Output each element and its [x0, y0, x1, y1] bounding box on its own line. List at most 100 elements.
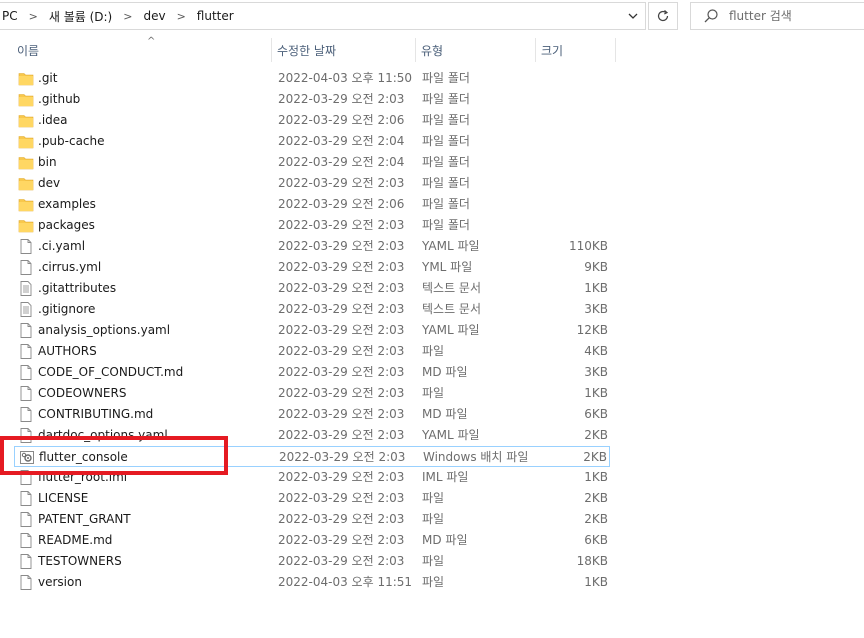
file-date: 2022-03-29 오전 2:03 [278, 533, 405, 547]
file-row[interactable]: bin 2022-03-29 오전 2:04 파일 폴더 [14, 152, 610, 173]
folder-icon [18, 91, 34, 108]
navigation-bar: PC > 새 볼륨 (D:) > dev > flutter [0, 0, 864, 32]
file-size: 110KB [568, 239, 608, 253]
file-type: 파일 [422, 386, 445, 400]
file-row[interactable]: .idea 2022-03-29 오전 2:06 파일 폴더 [14, 110, 610, 131]
file-row[interactable]: .github 2022-03-29 오전 2:03 파일 폴더 [14, 89, 610, 110]
file-row[interactable]: .pub-cache 2022-03-29 오전 2:04 파일 폴더 [14, 131, 610, 152]
breadcrumb-pc[interactable]: PC [2, 9, 18, 23]
file-name: examples [38, 197, 96, 211]
file-row[interactable]: .gitattributes 2022-03-29 오전 2:03 텍스트 문서 1K… [14, 278, 610, 299]
file-row[interactable]: PATENT_GRANT 2022-03-29 오전 2:03 파일 2KB [14, 509, 610, 530]
file-date: 2022-03-29 오전 2:03 [278, 470, 405, 484]
file-date: 2022-03-29 오전 2:03 [279, 450, 406, 464]
file-type: 텍스트 문서 [422, 302, 482, 316]
file-type: 파일 폴더 [422, 197, 470, 211]
breadcrumb-dev[interactable]: dev [143, 9, 165, 23]
file-type: 파일 폴더 [422, 176, 470, 190]
file-size: 2KB [584, 428, 608, 442]
file-size: 1KB [584, 281, 608, 295]
file-date: 2022-03-29 오전 2:04 [278, 134, 405, 148]
file-row[interactable]: analysis_options.yaml 2022-03-29 오전 2:03 Y… [14, 320, 610, 341]
address-bar[interactable]: PC > 새 볼륨 (D:) > dev > flutter [0, 2, 646, 30]
refresh-button[interactable] [648, 2, 678, 30]
file-row[interactable]: CODE_OF_CONDUCT.md 2022-03-29 오전 2:03 MD 파… [14, 362, 610, 383]
file-type: 파일 [422, 554, 445, 568]
file-date: 2022-03-29 오전 2:03 [278, 302, 405, 316]
column-header-date[interactable]: 수정한 날짜 [272, 36, 416, 64]
file-type: YAML 파일 [422, 323, 480, 337]
file-row[interactable]: version 2022-04-03 오후 11:51 파일 1KB [14, 572, 610, 593]
file-type: YAML 파일 [422, 239, 480, 253]
file-date: 2022-03-29 오전 2:04 [278, 155, 405, 169]
search-box[interactable] [690, 2, 864, 30]
column-label-name: 이름 [17, 43, 40, 58]
breadcrumb-separator-icon[interactable]: > [29, 10, 38, 23]
file-type: 파일 [422, 491, 445, 505]
file-row[interactable]: examples 2022-03-29 오전 2:06 파일 폴더 [14, 194, 610, 215]
file-row[interactable]: TESTOWNERS 2022-03-29 오전 2:03 파일 18KB [14, 551, 610, 572]
file-size: 1KB [584, 470, 608, 484]
file-row[interactable]: LICENSE 2022-03-29 오전 2:03 파일 2KB [14, 488, 610, 509]
column-header-name[interactable]: 이름 ^ [12, 36, 272, 64]
column-label-size: 크기 [541, 43, 564, 58]
file-size: 6KB [584, 407, 608, 421]
file-date: 2022-03-29 오전 2:03 [278, 92, 405, 106]
file-type: Windows 배치 파일 [423, 450, 529, 464]
breadcrumb-separator-icon[interactable]: > [123, 10, 132, 23]
breadcrumb-separator-icon[interactable]: > [177, 10, 186, 23]
file-name: CODEOWNERS [38, 386, 127, 400]
file-date: 2022-03-29 오전 2:03 [278, 386, 405, 400]
search-input[interactable] [729, 9, 859, 23]
column-divider[interactable] [615, 38, 616, 62]
file-name: CONTRIBUTING.md [38, 407, 154, 421]
file-row[interactable]: .git 2022-04-03 오후 11:50 파일 폴더 [14, 68, 610, 89]
file-type: 파일 폴더 [422, 218, 470, 232]
file-name: .idea [38, 113, 68, 127]
file-row[interactable]: .gitignore 2022-03-29 오전 2:03 텍스트 문서 3KB [14, 299, 610, 320]
file-name: analysis_options.yaml [38, 323, 171, 337]
file-date: 2022-03-29 오전 2:03 [278, 512, 405, 526]
file-date: 2022-03-29 오전 2:06 [278, 113, 405, 127]
file-row[interactable]: CONTRIBUTING.md 2022-03-29 오전 2:03 MD 파일 6K… [14, 404, 610, 425]
file-date: 2022-03-29 오전 2:03 [278, 218, 405, 232]
file-date: 2022-03-29 오전 2:03 [278, 176, 405, 190]
file-name: LICENSE [38, 491, 89, 505]
file-icon [18, 259, 34, 276]
file-row[interactable]: README.md 2022-03-29 오전 2:03 MD 파일 6KB [14, 530, 610, 551]
file-date: 2022-04-03 오후 11:51 [278, 575, 413, 589]
file-row[interactable]: .cirrus.yml 2022-03-29 오전 2:03 YML 파일 9KB [14, 257, 610, 278]
chevron-down-icon[interactable] [627, 10, 639, 22]
file-row[interactable]: .ci.yaml 2022-03-29 오전 2:03 YAML 파일 110KB [14, 236, 610, 257]
file-icon [18, 553, 34, 570]
folder-icon [18, 217, 34, 234]
file-date: 2022-03-29 오전 2:06 [278, 197, 405, 211]
file-type: YAML 파일 [422, 428, 480, 442]
file-type: MD 파일 [422, 407, 468, 421]
file-type: 텍스트 문서 [422, 281, 482, 295]
file-row[interactable]: CODEOWNERS 2022-03-29 오전 2:03 파일 1KB [14, 383, 610, 404]
file-icon [18, 406, 34, 423]
file-name: .cirrus.yml [38, 260, 102, 274]
file-size: 6KB [584, 533, 608, 547]
breadcrumb-drive[interactable]: 새 볼륨 (D:) [49, 8, 112, 25]
file-type: MD 파일 [422, 533, 468, 547]
file-date: 2022-03-29 오전 2:03 [278, 428, 405, 442]
file-icon [18, 343, 34, 360]
file-name: PATENT_GRANT [38, 512, 131, 526]
file-size: 2KB [584, 512, 608, 526]
breadcrumb-flutter[interactable]: flutter [197, 9, 234, 23]
text-file-icon [18, 280, 34, 297]
file-type: IML 파일 [422, 470, 469, 484]
file-name: dev [38, 176, 61, 190]
file-row[interactable]: AUTHORS 2022-03-29 오전 2:03 파일 4KB [14, 341, 610, 362]
file-row[interactable]: dev 2022-03-29 오전 2:03 파일 폴더 [14, 173, 610, 194]
file-date: 2022-03-29 오전 2:03 [278, 323, 405, 337]
file-size: 18KB [576, 554, 608, 568]
column-header-type[interactable]: 유형 [416, 36, 536, 64]
file-size: 1KB [584, 386, 608, 400]
column-header-size[interactable]: 크기 [536, 36, 616, 64]
file-name: version [38, 575, 82, 589]
folder-icon [18, 154, 34, 171]
file-row[interactable]: packages 2022-03-29 오전 2:03 파일 폴더 [14, 215, 610, 236]
